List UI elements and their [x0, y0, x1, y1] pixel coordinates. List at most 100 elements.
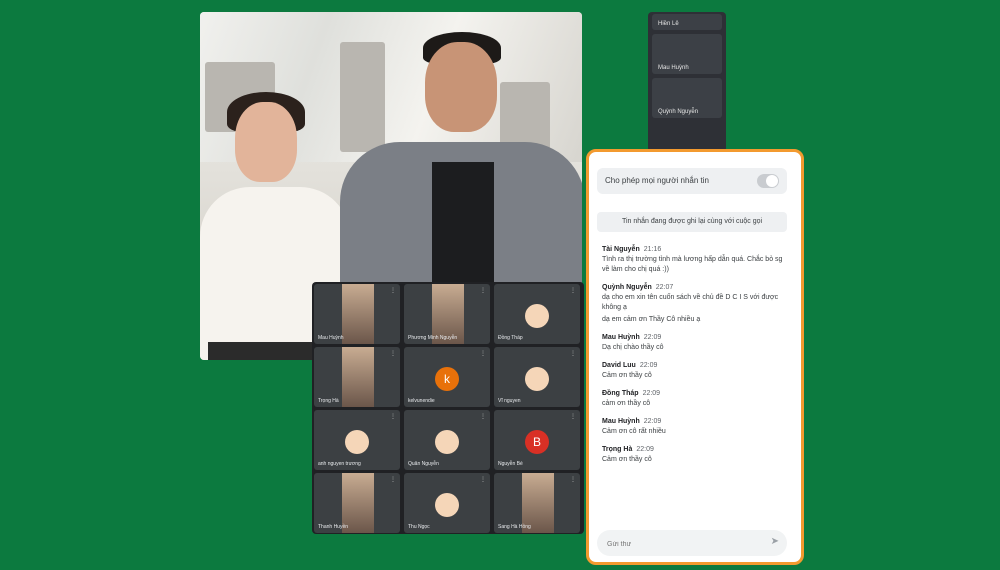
- participant-name: Vĩ nguyen: [498, 398, 521, 404]
- participant-name: Đồng Tháp: [498, 335, 523, 341]
- participant-tile[interactable]: ⋮ Thu Ngọc: [404, 473, 490, 533]
- participant-name: Phương Minh Nguyễn: [408, 335, 458, 341]
- more-options-icon[interactable]: ⋮: [480, 476, 486, 483]
- allow-messages-label: Cho phép mọi người nhắn tin: [605, 176, 709, 185]
- message-composer: ➤: [597, 530, 787, 556]
- participant-name: Quân Nguyễn: [408, 461, 439, 467]
- participant-name: Nguyễn Bé: [498, 461, 523, 467]
- message-sender: Mau Huỳnh: [602, 334, 640, 341]
- avatar-image: [525, 367, 549, 391]
- message-sender: Mau Huỳnh: [602, 418, 640, 425]
- chat-message: Mau Huỳnh 22:09 Cảm ơn cô rất nhiều: [602, 418, 786, 437]
- message-sender: Đồng Tháp: [602, 390, 639, 397]
- strip-name: Hiền Lê: [658, 21, 679, 27]
- message-list: Tài Nguyễn 21:16 Tình ra thị trường tỉnh m…: [602, 246, 786, 474]
- participant-name: anh nguyen trương: [318, 461, 361, 467]
- coffee-grinder: [340, 42, 385, 152]
- more-options-icon[interactable]: ⋮: [570, 287, 576, 294]
- participant-strip: Hiền Lê Mau Huỳnh Quỳnh Nguyễn: [648, 12, 726, 152]
- chat-panel: Cho phép mọi người nhắn tin Tin nhắn đan…: [586, 149, 804, 565]
- avatar-image: [435, 430, 459, 454]
- message-time: 22:09: [643, 418, 662, 425]
- participant-tile[interactable]: ⋮ Sang Hà Hồng: [494, 473, 580, 533]
- more-options-icon[interactable]: ⋮: [390, 476, 396, 483]
- participant-tile[interactable]: ⋮ Thanh Huyền: [314, 473, 400, 533]
- avatar-initial: B: [525, 430, 549, 454]
- more-options-icon[interactable]: ⋮: [570, 413, 576, 420]
- more-options-icon[interactable]: ⋮: [390, 413, 396, 420]
- message-sender: Quỳnh Nguyễn: [602, 284, 652, 291]
- participant-tile[interactable]: ⋮ anh nguyen trương: [314, 410, 400, 470]
- message-header: Tài Nguyễn 21:16: [602, 246, 786, 253]
- participant-video: [342, 347, 374, 407]
- message-header: Đồng Tháp 22:09: [602, 390, 786, 397]
- message-text: Cảm ơn thầy cô: [602, 456, 652, 463]
- participant-name: Mau Huỳnh: [318, 335, 344, 341]
- message-text: Tình ra thị trường tỉnh mà lương hấp dẫn…: [602, 256, 783, 273]
- message-time: 22:07: [655, 284, 674, 291]
- more-options-icon[interactable]: ⋮: [480, 287, 486, 294]
- strip-tile[interactable]: Mau Huỳnh: [652, 34, 722, 74]
- chat-message: Đồng Tháp 22:09 cảm ơn thầy cô: [602, 390, 786, 409]
- participant-name: kelvunendie: [408, 398, 435, 404]
- send-icon[interactable]: ➤: [771, 536, 779, 547]
- participant-name: Thanh Huyền: [318, 524, 349, 530]
- allow-messages-row: Cho phép mọi người nhắn tin: [597, 168, 787, 194]
- message-time: 22:09: [636, 446, 654, 453]
- strip-name: Quỳnh Nguyễn: [658, 109, 699, 115]
- chat-message: Tài Nguyễn 21:16 Tình ra thị trường tỉnh m…: [602, 246, 786, 275]
- message-text: Cảm ơn thầy cô: [602, 372, 652, 379]
- message-time: 21:16: [643, 246, 662, 253]
- more-options-icon[interactable]: ⋮: [480, 413, 486, 420]
- message-header: Quỳnh Nguyễn 22:07: [602, 284, 786, 291]
- avatar-initial: k: [435, 367, 459, 391]
- message-text: Dạ chị chào thầy cô: [602, 344, 664, 351]
- toggle-knob: [766, 175, 778, 187]
- more-options-icon[interactable]: ⋮: [570, 350, 576, 357]
- presenter-right-face: [425, 42, 497, 132]
- chat-message: Quỳnh Nguyễn 22:07 dạ cho em xin tên cuốn …: [602, 284, 786, 325]
- message-sender: Trọng Hà: [602, 446, 633, 453]
- message-sender: David Luu: [602, 362, 636, 369]
- participant-tile[interactable]: ⋮ Đồng Tháp: [494, 284, 580, 344]
- participant-tile[interactable]: ⋮ Vĩ nguyen: [494, 347, 580, 407]
- participant-tile[interactable]: ⋮ Mau Huỳnh: [314, 284, 400, 344]
- message-text: dạ em cảm ơn Thầy Cô nhiều ạ: [602, 316, 701, 323]
- participant-tile[interactable]: ⋮ Phương Minh Nguyễn: [404, 284, 490, 344]
- message-time: 22:09: [643, 334, 662, 341]
- more-options-icon[interactable]: ⋮: [390, 287, 396, 294]
- participant-name: Thu Ngọc: [408, 524, 430, 530]
- participant-tile[interactable]: ⋮ B Nguyễn Bé: [494, 410, 580, 470]
- message-time: 22:09: [639, 362, 658, 369]
- more-options-icon[interactable]: ⋮: [480, 350, 486, 357]
- strip-tile[interactable]: Hiền Lê: [652, 14, 722, 30]
- meeting-collage: Hiền Lê Mau Huỳnh Quỳnh Nguyễn ⋮ Mau Huỳn…: [0, 0, 1000, 570]
- message-header: Mau Huỳnh 22:09: [602, 418, 786, 425]
- strip-name: Mau Huỳnh: [658, 65, 689, 71]
- avatar-image: [435, 493, 459, 517]
- participant-name: Sang Hà Hồng: [498, 524, 531, 530]
- more-options-icon[interactable]: ⋮: [570, 476, 576, 483]
- message-sender: Tài Nguyễn: [602, 246, 640, 253]
- strip-tile[interactable]: Quỳnh Nguyễn: [652, 78, 722, 118]
- message-text: cảm ơn thầy cô: [602, 400, 651, 407]
- presenter-left-face: [235, 102, 297, 182]
- chat-message: David Luu 22:09 Cảm ơn thầy cô: [602, 362, 786, 381]
- avatar-image: [525, 304, 549, 328]
- participant-tile[interactable]: ⋮ Quân Nguyễn: [404, 410, 490, 470]
- recording-notice: Tin nhắn đang được ghi lại cùng với cuộc…: [597, 212, 787, 232]
- message-header: Trọng Hà 22:09: [602, 446, 786, 453]
- chat-message: Trọng Hà 22:09 Cảm ơn thầy cô: [602, 446, 786, 465]
- allow-messages-toggle[interactable]: [757, 174, 779, 188]
- participant-tile[interactable]: ⋮ Trọng Hà: [314, 347, 400, 407]
- message-header: David Luu 22:09: [602, 362, 786, 369]
- participant-video: [342, 284, 374, 344]
- more-options-icon[interactable]: ⋮: [390, 350, 396, 357]
- message-text: dạ cho em xin tên cuốn sách về chủ đề D …: [602, 294, 779, 311]
- participant-name: Trọng Hà: [318, 398, 339, 404]
- message-input[interactable]: [605, 535, 759, 553]
- participant-grid: ⋮ Mau Huỳnh ⋮ Phương Minh Nguyễn ⋮ Đồng Tháp ⋮…: [312, 282, 584, 534]
- participant-tile[interactable]: ⋮ k kelvunendie: [404, 347, 490, 407]
- message-header: Mau Huỳnh 22:09: [602, 334, 786, 341]
- avatar-image: [345, 430, 369, 454]
